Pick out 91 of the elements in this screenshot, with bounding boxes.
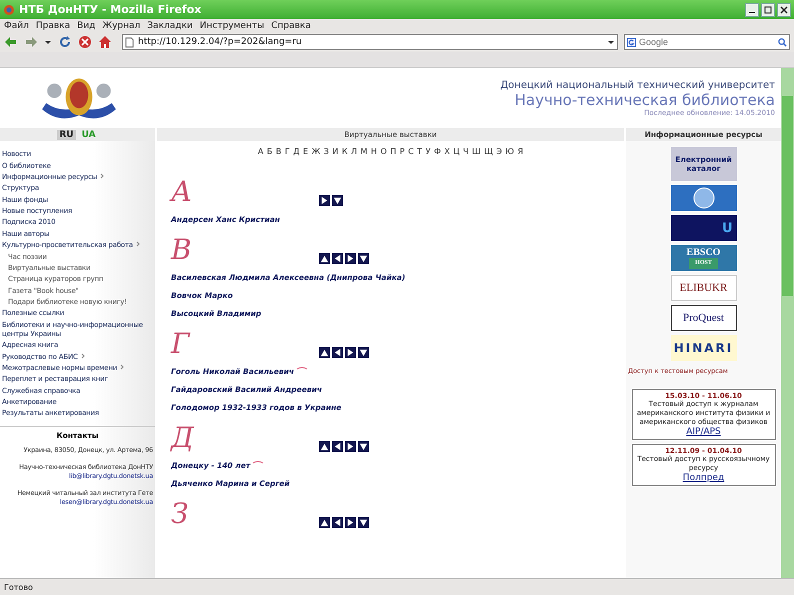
resource-banner[interactable]: U [670, 215, 736, 241]
window-title: НТБ ДонНТУ - Mozilla Firefox [19, 3, 202, 16]
letter-link[interactable]: Э [496, 147, 502, 156]
search-bar[interactable]: Google [624, 34, 790, 50]
dropdown-caret-icon[interactable] [44, 38, 52, 46]
left-arrow-button[interactable] [332, 517, 343, 528]
right-arrow-button[interactable] [345, 253, 356, 264]
maximize-icon [764, 6, 772, 14]
language-link[interactable]: RU [57, 130, 76, 140]
letter-link[interactable]: У [426, 147, 430, 156]
firefox-icon [3, 4, 15, 16]
letter-link[interactable]: Ц [453, 147, 460, 156]
section-letter: Г [171, 328, 192, 360]
letter-link[interactable]: К [342, 147, 348, 156]
letter-link[interactable]: З [324, 147, 329, 156]
new-badge-icon [296, 366, 308, 371]
home-icon[interactable] [98, 35, 112, 49]
minimize-button[interactable] [745, 2, 759, 16]
letter-link[interactable]: А [258, 147, 264, 156]
right-arrow-button[interactable] [345, 441, 356, 452]
letter-link[interactable]: Б [266, 147, 272, 156]
proquest-banner[interactable]: ProQuest [670, 305, 736, 331]
up-arrow-button[interactable] [319, 253, 330, 264]
stop-icon[interactable] [78, 35, 92, 49]
letter-link[interactable]: Ж [312, 147, 320, 156]
menu-item[interactable]: Инструменты [200, 20, 264, 30]
up-arrow-button[interactable] [319, 517, 330, 528]
down-arrow-button[interactable] [358, 517, 369, 528]
letter-link[interactable]: Л [351, 147, 358, 156]
status-text: Готово [4, 582, 33, 592]
search-engine-icon[interactable] [627, 38, 636, 46]
letter-link[interactable]: Т [417, 147, 422, 156]
left-arrow-button[interactable] [332, 253, 343, 264]
left-arrow-button[interactable] [332, 347, 343, 358]
letter-link[interactable]: Н [370, 147, 377, 156]
letter-link[interactable]: Г [284, 147, 290, 156]
address-field[interactable]: http://10.129.2.04/?p=202&lang=ru [122, 34, 618, 50]
scrollbar[interactable] [781, 68, 794, 578]
letter-link[interactable]: О [380, 147, 387, 156]
section-letter: Д [171, 422, 196, 454]
letter-link[interactable]: В [276, 147, 282, 156]
menu-item[interactable]: Вид [77, 20, 96, 30]
menu-item[interactable]: Правка [36, 20, 70, 30]
hinari-banner[interactable]: HINARI [670, 335, 736, 361]
section-letter: З [171, 498, 190, 530]
notice-link[interactable]: AIP/APS [686, 427, 721, 437]
letter-link[interactable]: Р [400, 147, 405, 156]
right-arrow-button[interactable] [319, 195, 330, 206]
close-button[interactable] [777, 2, 791, 16]
down-arrow-button[interactable] [358, 253, 369, 264]
letter-link[interactable]: Е [303, 147, 308, 156]
notice-link[interactable]: Полпред [682, 473, 724, 483]
search-icon[interactable] [778, 38, 787, 46]
new-badge-icon [252, 460, 264, 465]
menu-item[interactable]: Справка [271, 20, 311, 30]
down-arrow-button[interactable] [358, 441, 369, 452]
menu-item[interactable]: Файл [4, 20, 29, 30]
down-arrow-button[interactable] [332, 195, 343, 206]
letter-link[interactable]: Ю [505, 147, 514, 156]
close-icon [780, 6, 788, 14]
letter-link[interactable]: Ш [472, 147, 481, 156]
library-title: Научно-техническая библиотека [514, 90, 775, 108]
letter-link[interactable]: П [390, 147, 396, 156]
letter-link[interactable]: Щ [484, 147, 493, 156]
up-arrow-button[interactable] [319, 347, 330, 358]
letter-link[interactable]: С [408, 147, 414, 156]
reload-icon[interactable] [58, 35, 72, 49]
menu-item[interactable]: Закладки [147, 20, 193, 30]
left-arrow-button[interactable] [332, 441, 343, 452]
minimize-icon [749, 12, 755, 13]
dropdown-caret-icon[interactable] [607, 38, 615, 46]
right-arrow-button[interactable] [345, 347, 356, 358]
letter-link[interactable]: Ч [463, 147, 469, 156]
letter-link[interactable]: Ф [434, 147, 441, 156]
section-letter: В [171, 234, 193, 266]
letter-link[interactable]: Я [518, 147, 524, 156]
down-arrow-button[interactable] [358, 347, 369, 358]
letter-link[interactable]: Д [293, 147, 300, 156]
university-name: Донецкий национальный технический университет [500, 80, 775, 90]
elibukr-banner[interactable]: ELIBUKR [670, 275, 736, 301]
menu-item[interactable]: Журнал [102, 20, 140, 30]
globe-banner[interactable] [670, 185, 736, 211]
letter-link[interactable]: М [360, 147, 368, 156]
letter-link[interactable]: И [332, 147, 338, 156]
right-arrow-button[interactable] [345, 517, 356, 528]
up-arrow-button[interactable] [319, 441, 330, 452]
maximize-button[interactable] [761, 2, 775, 16]
letter-link[interactable]: Х [444, 147, 450, 156]
section-letter: А [171, 176, 194, 208]
page-icon [125, 36, 134, 48]
back-arrow-icon[interactable] [4, 35, 18, 49]
